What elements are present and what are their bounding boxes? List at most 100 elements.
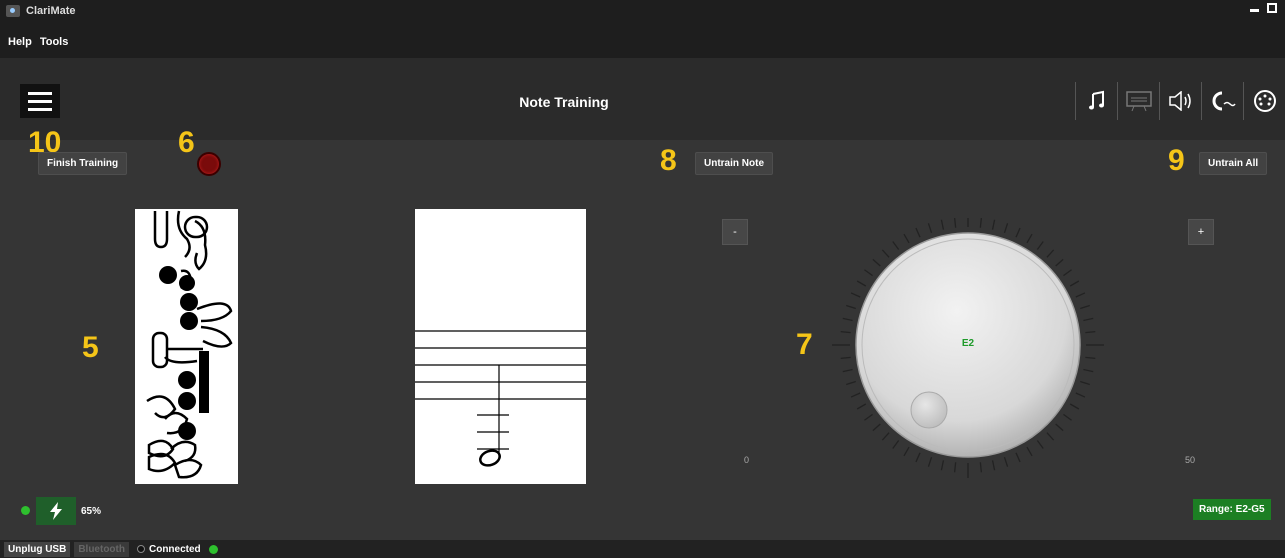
finish-training-button[interactable]: Finish Training [38,152,128,175]
battery-percent: 65% [81,506,102,517]
unplug-usb-button[interactable]: Unplug USB [4,541,71,557]
scale-max-label: 50 [1185,455,1196,465]
dial-tick [915,227,921,238]
dial-tick [1083,317,1094,322]
increment-button[interactable]: + [1188,219,1214,245]
staff-panel [415,209,586,484]
dial-tick [1003,223,1009,233]
untrain-all-button[interactable]: Untrain All [1199,152,1268,175]
keyboard-icon[interactable] [1117,82,1159,120]
page-title: Note Training [519,94,609,110]
range-badge: Range: E2-G5 [1193,499,1271,520]
music-staff [415,330,586,467]
dial-tick [1055,423,1064,432]
dial-tick [1003,457,1009,467]
fingering-chart [135,209,238,484]
maximize-icon[interactable] [1267,3,1277,13]
untrain-note-button[interactable]: Untrain Note [695,152,773,175]
dial-tick [1069,403,1080,410]
dial-tick [850,292,861,298]
dial-tick [991,460,996,471]
callout-7: 7 [796,328,813,361]
dial-tick [842,317,853,322]
dial-tick [1080,304,1090,310]
dial-tick [940,460,945,471]
app-icon [6,5,20,17]
connection-radio[interactable] [136,545,145,553]
callout-6: 6 [178,126,195,159]
dial-tick [1085,356,1096,360]
record-indicator[interactable] [197,152,221,176]
dial-tick [842,368,853,373]
dial-tick [915,452,921,463]
dial-tick [840,330,851,334]
dial-tick [840,356,851,360]
dial-tick [1055,258,1064,267]
dial-tick [991,219,996,230]
dial-tick [850,392,861,398]
scale-min-label: 0 [744,455,750,465]
menu-bar: Help Tools [0,22,1285,58]
wave-icon[interactable] [1201,82,1243,120]
menu-tools[interactable]: Tools [40,36,69,58]
menu-help[interactable]: Help [8,36,32,58]
midi-icon[interactable] [1243,82,1285,120]
dial-tick [1036,241,1044,250]
dial-tick [856,403,867,410]
dial-tick [903,233,910,244]
dial-tick [953,218,957,228]
callout-9: 9 [1168,144,1185,177]
knob-note-label: E2 [961,338,975,349]
dial-tick [927,223,933,233]
dial-tick [1069,280,1080,287]
toolbar-icons [1075,82,1285,120]
clarinet-fingering-diagram [146,210,233,479]
dial-tick [892,440,900,449]
dial-tick [903,446,910,457]
dial-tick [1063,413,1072,421]
dial-tick [1026,233,1033,244]
dial-tick [1075,392,1086,398]
music-note-icon[interactable] [1075,82,1117,120]
callout-5: 5 [82,331,99,364]
dial-tick [872,423,881,432]
dial-tick [846,380,856,386]
dial-tick [1026,446,1033,457]
dial-tick [953,462,957,473]
dial-tick [892,241,900,250]
window-controls [1250,3,1277,13]
dial-tick [1083,368,1094,373]
dial-tick [1063,269,1072,277]
window-title: ClariMate [26,5,76,17]
dial-tick [1080,380,1090,386]
dial-tick [856,280,867,287]
dial-tick [1046,249,1055,258]
dial-tick [872,258,881,267]
dial-tick [940,219,945,230]
dial-tick [1036,440,1044,449]
dial-tick [881,432,890,441]
dial-tick [979,462,983,473]
dial-tick [881,249,890,258]
dial-tick [979,218,983,228]
connected-label: Connected [148,543,201,555]
battery-indicator [36,497,76,525]
lightning-icon [50,502,62,520]
status-led [21,506,30,515]
minimize-icon[interactable] [1250,8,1259,12]
speaker-icon[interactable] [1159,82,1201,120]
connected-led [208,544,218,554]
dial-tick [864,269,873,277]
title-bar: ClariMate [0,0,1285,22]
decrement-button[interactable]: - [722,219,748,245]
dial-grip-icon [910,391,948,429]
bluetooth-button[interactable]: Bluetooth [74,541,129,557]
dial-tick [1046,432,1055,441]
status-bar: Unplug USB Bluetooth Connected [0,540,1285,558]
dial-tick [1015,227,1021,238]
dial-tick [864,413,873,421]
dial-tick [927,457,933,467]
dial-tick [1075,292,1086,298]
callout-8: 8 [660,144,677,177]
dial-tick [846,304,856,310]
